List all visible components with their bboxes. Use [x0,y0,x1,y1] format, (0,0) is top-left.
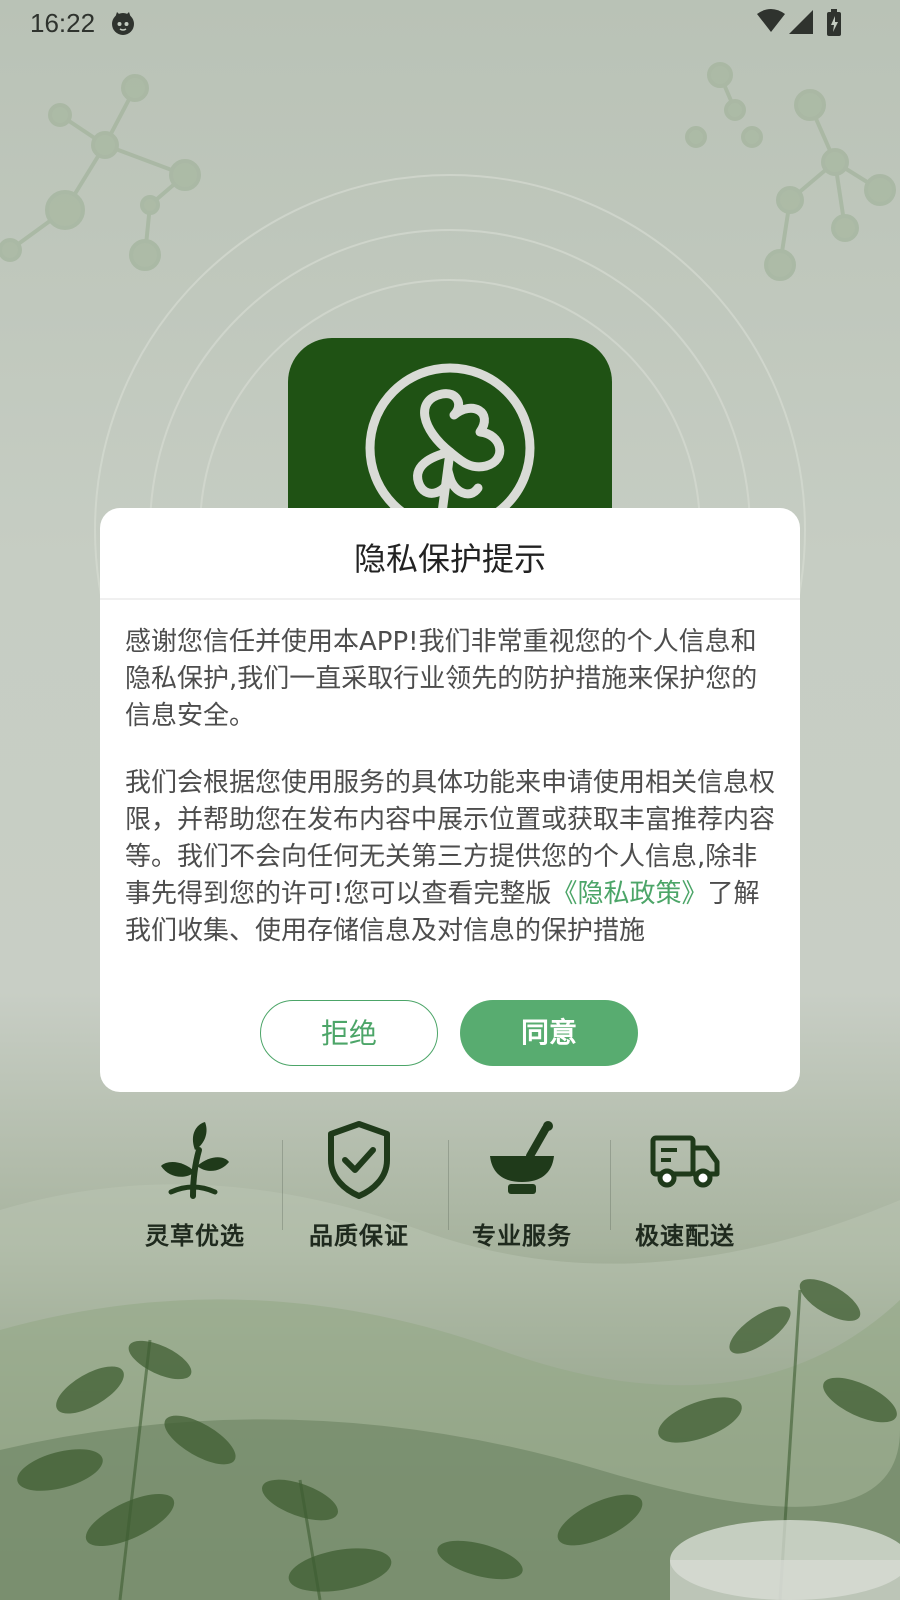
splash-screen: 16:22 灵草优选 品质保证 专业服务 极速配送 隐私保护提示 感谢您信任并使… [0,0,900,1600]
divider [100,598,800,600]
dialog-paragraph: 我们会根据您使用服务的具体功能来申请使用相关信息权限，并帮助您在发布内容中展示位… [125,765,776,950]
privacy-dialog: 隐私保护提示 感谢您信任并使用本APP!我们非常重视您的个人信息和隐私保护,我们… [100,508,800,1092]
agree-button[interactable]: 同意 [460,1000,638,1066]
reject-button[interactable]: 拒绝 [260,1000,438,1066]
dialog-paragraph: 感谢您信任并使用本APP!我们非常重视您的个人信息和隐私保护,我们一直采取行业领… [125,627,758,731]
dialog-title: 隐私保护提示 [353,540,546,578]
dialog-body: 感谢您信任并使用本APP!我们非常重视您的个人信息和隐私保护,我们一直采取行业领… [125,624,776,950]
privacy-policy-link[interactable]: 《隐私政策》 [551,879,707,909]
